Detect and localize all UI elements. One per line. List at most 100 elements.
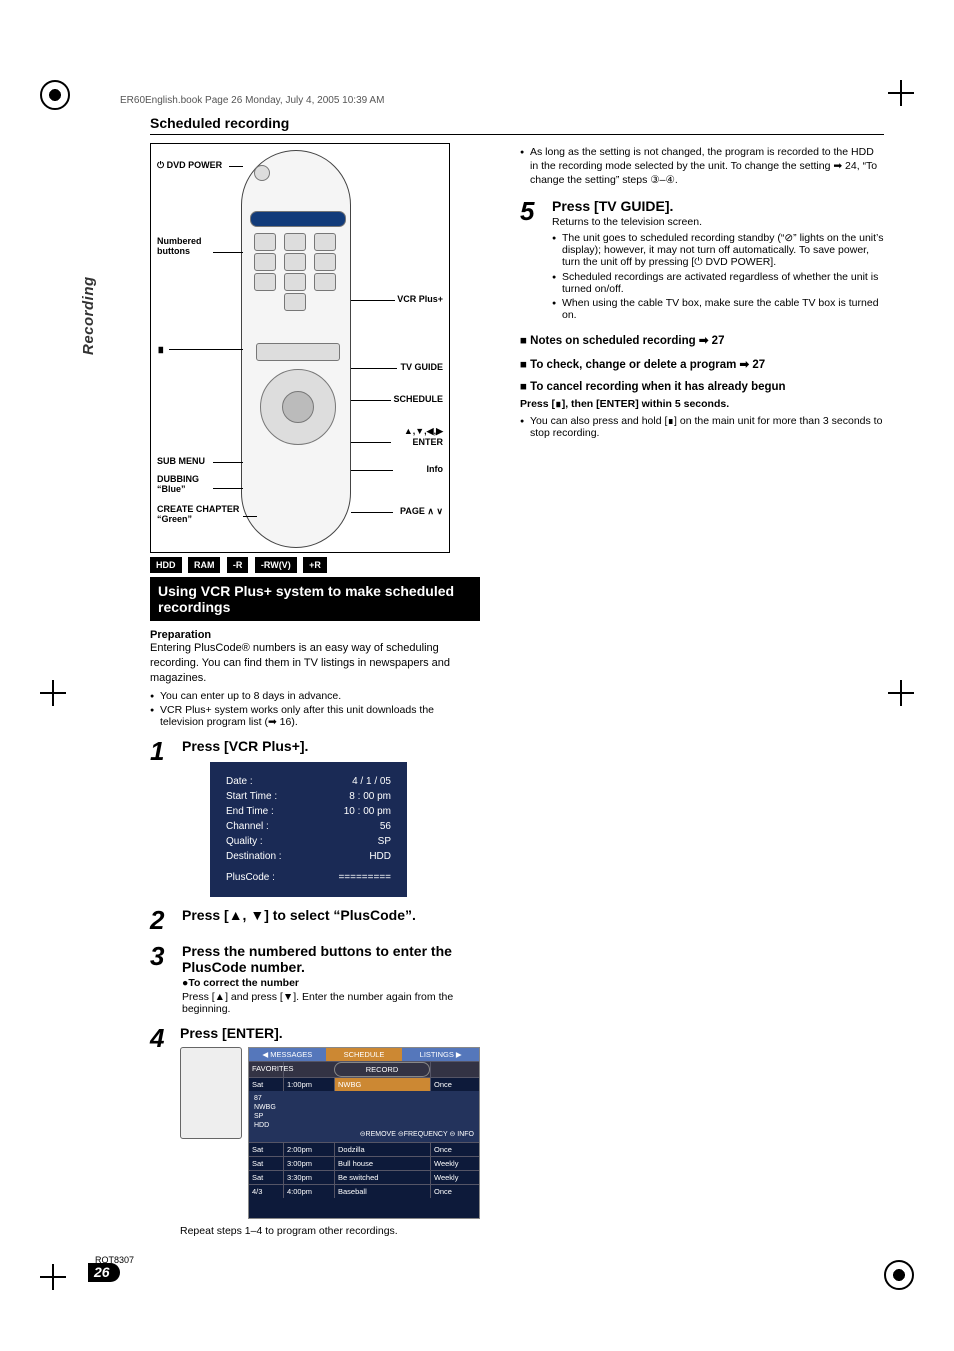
gr2-p: Bull house xyxy=(334,1157,430,1170)
gr3-t: 3:30pm xyxy=(283,1171,334,1184)
page-number: 26 xyxy=(88,1263,120,1282)
header-stamp: ER60English.book Page 26 Monday, July 4,… xyxy=(120,95,384,106)
gr3-f: Weekly xyxy=(430,1171,479,1184)
step-3-title: Press the numbered buttons to enter the … xyxy=(182,943,480,975)
section-title: Scheduled recording xyxy=(150,115,884,135)
note-3: To cancel recording when it has already … xyxy=(520,381,884,393)
step-2-title: Press [▲, ▼] to select “PlusCode”. xyxy=(182,907,480,923)
preparation-heading: Preparation xyxy=(150,629,480,641)
gd3: HDD xyxy=(254,1121,474,1130)
lbl-numbered: Numbered buttons xyxy=(157,236,227,256)
gr1-f: Once xyxy=(430,1143,479,1156)
tv-frame-icon xyxy=(180,1047,242,1139)
feature-bar: Using VCR Plus+ system to make scheduled… xyxy=(150,577,480,621)
osd-q-v: SP xyxy=(378,834,391,849)
s5-b3: When using the cable TV box, make sure t… xyxy=(552,297,884,321)
remote-diagram: ⏻ DVD POWER Numbered buttons VCR Plus+ ∎… xyxy=(150,143,450,553)
note-1: Notes on scheduled recording ➡ 27 xyxy=(520,333,884,347)
osd-pc-v: ========= xyxy=(338,870,391,885)
step-1: 1 Press [VCR Plus+]. Date : 4 / 1 / 05 St… xyxy=(150,738,480,897)
print-mark-bl xyxy=(40,1264,66,1290)
remote-body xyxy=(241,150,351,548)
band-hdd: HDD xyxy=(150,557,182,573)
step-1-num: 1 xyxy=(150,738,172,897)
step-3: 3 Press the numbered buttons to enter th… xyxy=(150,943,480,1015)
s5-b2: Scheduled recordings are activated regar… xyxy=(552,271,884,295)
lbl-dubbing: DUBBING “Blue” xyxy=(157,474,199,494)
guide-tab-listings: LISTINGS ▶ xyxy=(402,1048,479,1061)
repeat-line: Repeat steps 1–4 to program other record… xyxy=(180,1225,480,1237)
step-3-sub: Press [▲] and press [▼]. Enter the numbe… xyxy=(182,991,480,1015)
print-mark-ml xyxy=(40,680,66,706)
osd-pc-l: PlusCode : xyxy=(226,870,275,885)
print-mark-tr xyxy=(888,80,914,106)
gdf: ⊝REMOVE ⊝FREQUENCY ⊝ INFO xyxy=(254,1130,474,1139)
osd-d-v: HDD xyxy=(369,849,391,864)
lbl-submenu: SUB MENU xyxy=(157,456,205,466)
step-4-title: Press [ENTER]. xyxy=(180,1025,480,1041)
band--r: -R xyxy=(227,557,249,573)
osd-st-l: Start Time : xyxy=(226,789,277,804)
disc-bands: HDD RAM -R -RW(V) +R xyxy=(150,553,480,573)
lbl-schedule: SCHEDULE xyxy=(393,394,443,404)
gr3-d: Sat xyxy=(249,1171,283,1184)
step-5: 5 Press [TV GUIDE]. Returns to the telev… xyxy=(520,198,884,323)
guide-detail: 87 NWBG SP HDD ⊝REMOVE ⊝FREQUENCY ⊝ INFO xyxy=(249,1091,479,1142)
gr2-t: 3:00pm xyxy=(283,1157,334,1170)
note-2: To check, change or delete a program ➡ 2… xyxy=(520,357,884,371)
gr0-d: Sat xyxy=(249,1078,283,1091)
osd-et-v: 10 : 00 pm xyxy=(344,804,391,819)
gr0-f: Once xyxy=(430,1078,479,1091)
guide-row-2: Sat3:00pmBull houseWeekly xyxy=(249,1156,479,1170)
guide-grid: ◀ MESSAGES SCHEDULE LISTINGS ▶ FAVORITES… xyxy=(248,1047,480,1219)
band-ram: RAM xyxy=(188,557,221,573)
step-3-num: 3 xyxy=(150,943,172,1015)
osd-ch-v: 56 xyxy=(380,819,391,834)
guide-row-0: Sat 1:00pm NWBG Once xyxy=(249,1077,479,1091)
note-3-sub: Press [∎], then [ENTER] within 5 seconds… xyxy=(520,398,729,410)
guide-row-3: Sat3:30pmBe switchedWeekly xyxy=(249,1170,479,1184)
guide-row-4: 4/34:00pmBaseballOnce xyxy=(249,1184,479,1198)
guide-rec: RECORD xyxy=(334,1062,430,1077)
step-5-num: 5 xyxy=(520,198,542,323)
gr2-f: Weekly xyxy=(430,1157,479,1170)
band-+r: +R xyxy=(303,557,327,573)
gd1: NWBG xyxy=(254,1103,474,1112)
lbl-vcrplus: VCR Plus+ xyxy=(397,294,443,304)
step-4-num: 4 xyxy=(150,1025,170,1237)
gd0: 87 xyxy=(254,1094,474,1103)
prep-bullet-2: VCR Plus+ system works only after this u… xyxy=(150,704,480,728)
gd2: SP xyxy=(254,1112,474,1121)
print-mark-mr xyxy=(888,680,914,706)
gr1-t: 2:00pm xyxy=(283,1143,334,1156)
guide-row-1: Sat2:00pmDodzillaOnce xyxy=(249,1142,479,1156)
step-4: 4 Press [ENTER]. ◀ MESSAGES SCHEDULE LIS… xyxy=(150,1025,480,1237)
step-5-sub: Returns to the television screen. xyxy=(552,216,884,228)
osd-date-l: Date : xyxy=(226,774,253,789)
osd-q-l: Quality : xyxy=(226,834,263,849)
lbl-tvguide: TV GUIDE xyxy=(400,362,443,372)
step-3-sub-bold: ●To correct the number xyxy=(182,977,299,989)
gr4-d: 4/3 xyxy=(249,1185,283,1198)
s5-b1: The unit goes to scheduled recording sta… xyxy=(552,232,884,269)
guide-fav: FAVORITES xyxy=(249,1062,283,1077)
print-mark-tl xyxy=(40,80,70,110)
guide-area: ◀ MESSAGES SCHEDULE LISTINGS ▶ FAVORITES… xyxy=(180,1047,480,1219)
gr0-t: 1:00pm xyxy=(283,1078,334,1091)
note-3-bullet: You can also press and hold [∎] on the m… xyxy=(520,415,884,439)
step-1-title: Press [VCR Plus+]. xyxy=(182,738,480,754)
gr4-f: Once xyxy=(430,1185,479,1198)
guide-tab-schedule: SCHEDULE xyxy=(326,1048,403,1061)
gr4-p: Baseball xyxy=(334,1185,430,1198)
osd-date-v: 4 / 1 / 05 xyxy=(352,774,391,789)
gr4-t: 4:00pm xyxy=(283,1185,334,1198)
lbl-arrows: ▲,▼,◀,▶ ENTER xyxy=(404,426,443,447)
osd-ch-l: Channel : xyxy=(226,819,269,834)
guide-tab-messages: ◀ MESSAGES xyxy=(249,1048,326,1061)
gr2-d: Sat xyxy=(249,1157,283,1170)
preparation-bullets: You can enter up to 8 days in advance. V… xyxy=(150,690,480,728)
lbl-stop: ∎ xyxy=(157,342,165,356)
step-2-num: 2 xyxy=(150,907,172,933)
lbl-createchapter: CREATE CHAPTER “Green” xyxy=(157,504,239,524)
osd-et-l: End Time : xyxy=(226,804,274,819)
